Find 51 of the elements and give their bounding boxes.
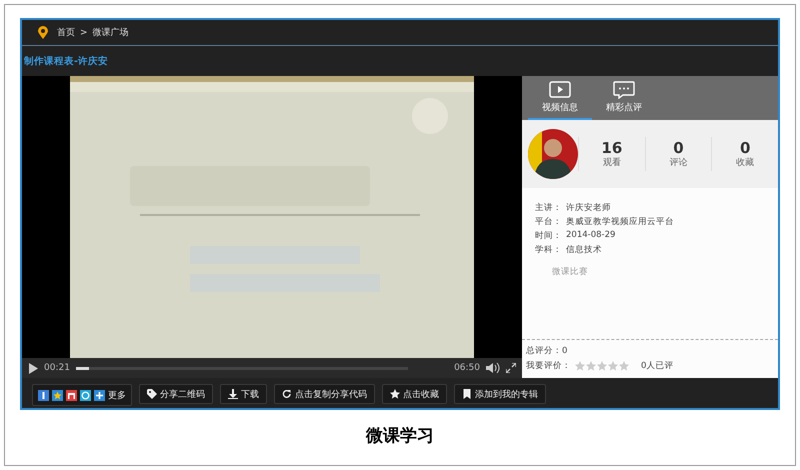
video-title: 制作课程表-许庆安 [24,56,108,67]
rate-label: 我要评价： [526,360,571,372]
current-time: 00:21 [44,363,70,373]
tab[interactable]: 精彩点评 [592,76,656,120]
star-icon [390,389,400,399]
info-value: 奥威亚教学视频应用云平台 [566,216,674,228]
info-label: 学科： [535,244,562,256]
action-button[interactable]: 下载 [220,384,267,404]
stat-count: 0 [740,140,750,156]
total-score: 总评分：0 [526,345,568,357]
breadcrumb-link[interactable]: 首页 [57,26,75,39]
caption: 微课学习 [366,426,434,446]
info-label: 平台： [535,216,562,228]
star-icon[interactable] [597,361,607,371]
tag-icon [147,389,157,399]
info-label: 时间： [535,230,562,242]
download-icon [228,389,238,399]
plus-icon [94,390,105,400]
info-value: 信息技术 [566,244,602,256]
more-button[interactable]: 更多 [94,385,126,405]
action-button[interactable]: 添加到我的专辑 [454,384,546,404]
play-icon[interactable] [28,362,38,374]
refresh-icon [282,389,292,399]
breadcrumb-link[interactable]: 微课广场 [92,26,129,39]
star-icon[interactable] [52,390,63,400]
action-button[interactable]: 点击复制分享代码 [274,384,375,404]
video-icon [549,81,571,99]
star-icon[interactable] [608,361,618,371]
location-pin-icon [38,26,48,39]
stat-label: 收藏 [736,156,754,168]
duration: 06:50 [454,363,480,373]
speech-bubble-icon [613,81,635,99]
avatar [528,129,578,179]
star-icon[interactable] [586,361,596,371]
action-button[interactable]: 分享二维码 [139,384,213,404]
star-icon[interactable] [619,361,629,371]
fullscreen-icon[interactable] [506,363,516,373]
stat-count: 16 [601,140,622,156]
info-value: 许庆安老师 [566,202,611,214]
info-label: 主讲： [535,202,562,214]
stat-count: 0 [673,140,684,156]
breadcrumb-separator: > [80,28,88,38]
stat-label: 评论 [670,156,688,168]
rating-count: 0人已评 [641,360,674,372]
star-icon[interactable] [575,361,585,371]
stat-label: 观看 [602,156,621,168]
circle-icon[interactable] [80,390,91,400]
info-value: 2014-08-29 [566,230,616,242]
house-icon[interactable] [66,390,77,400]
volume-icon[interactable] [486,362,500,374]
action-button[interactable]: 点击收藏 [382,384,447,404]
